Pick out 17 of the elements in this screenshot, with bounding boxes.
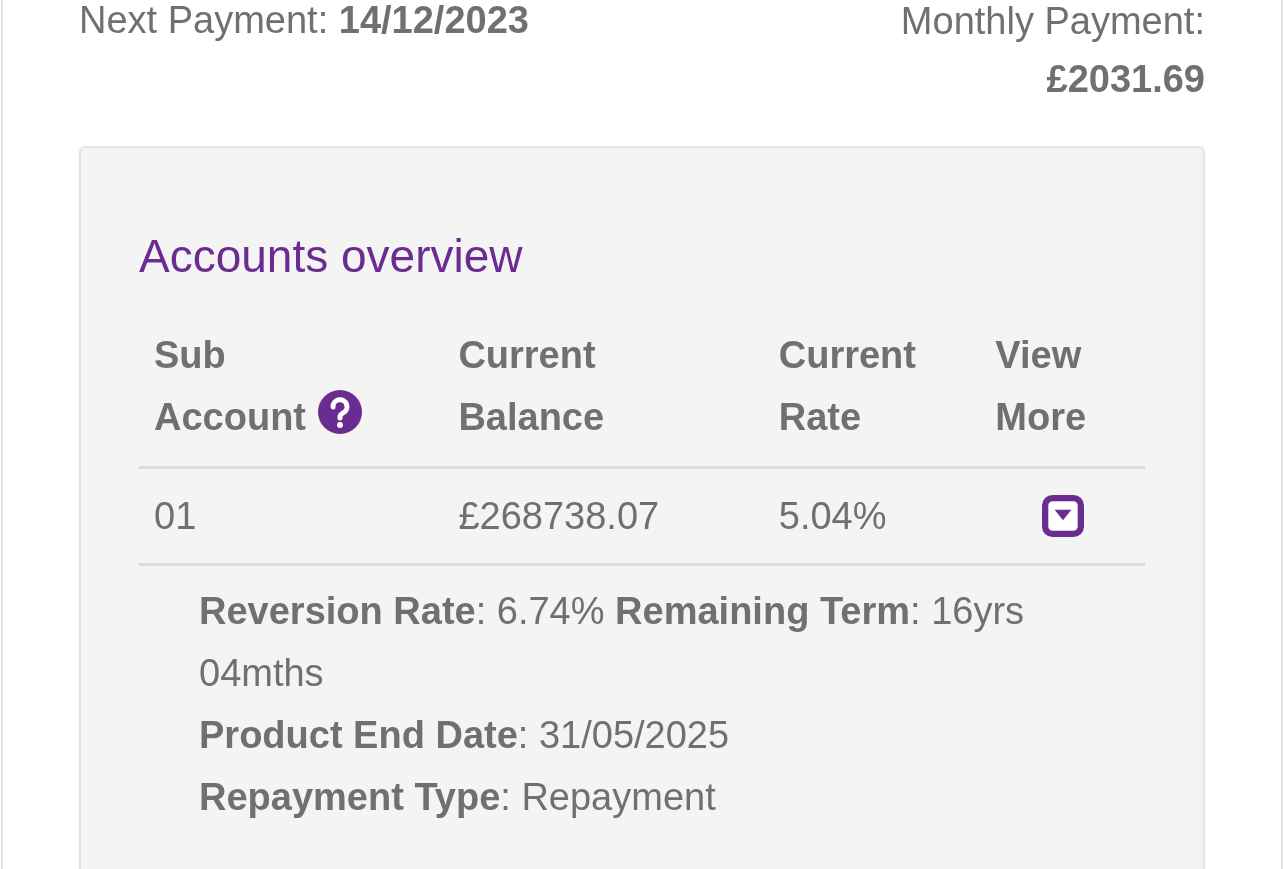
column-header: View More bbox=[995, 333, 1087, 440]
detail-text: Reversion Rate: 6.74% Remaining Term: 16yrs 04mths bbox=[199, 589, 1026, 696]
detail-text: Repayment Type: Repayment bbox=[199, 775, 717, 820]
next-payment-label: Next Payment: bbox=[79, 0, 329, 41]
column-header: Current Balance bbox=[458, 333, 605, 440]
monthly-payment-amount: £2031.69 bbox=[1046, 57, 1205, 102]
detail-text: Product End Date: 31/05/2025 bbox=[199, 713, 731, 758]
help-icon[interactable] bbox=[318, 390, 362, 434]
expand-toggle-icon[interactable] bbox=[1041, 495, 1084, 537]
column-header: Sub Account bbox=[154, 333, 306, 440]
table-cell: £268738.07 bbox=[458, 495, 660, 537]
monthly-payment-label: Monthly Payment: bbox=[900, 0, 1205, 44]
accounts-overview-heading: Accounts overview bbox=[139, 229, 524, 284]
column-header: Current Rate bbox=[778, 333, 916, 440]
table-cell: 01 bbox=[154, 495, 197, 537]
next-payment-date: 14/12/2023 bbox=[338, 0, 529, 41]
table-cell: 5.04% bbox=[778, 495, 887, 537]
